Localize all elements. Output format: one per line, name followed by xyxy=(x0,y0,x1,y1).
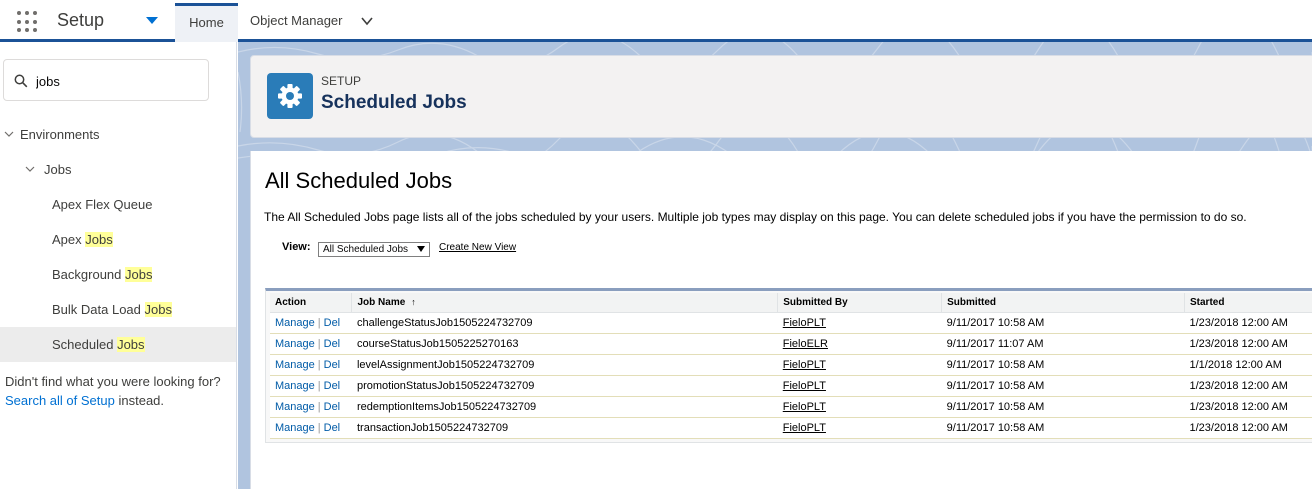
submitted-by-link[interactable]: FieloPLT xyxy=(783,401,826,413)
dropdown-arrow-icon xyxy=(417,246,425,252)
job-name-cell: redemptionItemsJob1505224732709 xyxy=(351,396,778,418)
started-cell: 1/23/2018 12:00 AM xyxy=(1184,375,1312,397)
delete-link[interactable]: Del xyxy=(324,359,341,371)
delete-link[interactable]: Del xyxy=(324,380,341,392)
table-row: Manage | Del courseStatusJob1505225270163 … xyxy=(270,333,1312,355)
chevron-down-icon[interactable] xyxy=(4,129,14,139)
tree-item-label: Apex Flex Queue xyxy=(52,197,153,212)
started-cell: 1/23/2018 12:00 AM xyxy=(1184,417,1312,439)
chevron-down-icon[interactable] xyxy=(360,14,374,28)
search-all-setup-link[interactable]: Search all of Setup xyxy=(5,393,115,408)
page-header-eyebrow: SETUP xyxy=(321,74,362,88)
submitted-cell: 9/11/2017 10:58 AM xyxy=(941,312,1185,334)
submitted-cell: 9/11/2017 10:58 AM xyxy=(941,354,1185,376)
delete-link[interactable]: Del xyxy=(324,401,341,413)
tab-home[interactable]: Home xyxy=(175,3,238,42)
tree-item-apex-jobs[interactable]: Apex Jobs xyxy=(0,222,236,257)
tree-item-environments[interactable]: Environments xyxy=(0,117,236,152)
search-icon xyxy=(14,74,28,88)
app-launcher-icon[interactable] xyxy=(17,11,39,33)
submitted-cell: 9/11/2017 10:58 AM xyxy=(941,417,1185,439)
content-panel: All Scheduled Jobs The All Scheduled Job… xyxy=(250,151,1312,489)
job-name-cell: levelAssignmentJob1505224732709 xyxy=(351,354,778,376)
manage-link[interactable]: Manage xyxy=(275,422,315,434)
submitted-by-link[interactable]: FieloPLT xyxy=(783,317,826,329)
job-name-cell: promotionStatusJob1505224732709 xyxy=(351,375,778,397)
app-menu-caret-icon[interactable] xyxy=(146,17,158,24)
job-name-cell: courseStatusJob1505225270163 xyxy=(351,333,778,355)
submitted-cell: 9/11/2017 10:58 AM xyxy=(941,396,1185,418)
table-row: Manage | Del transactionJob1505224732709 F… xyxy=(270,417,1312,439)
manage-link[interactable]: Manage xyxy=(275,401,315,413)
tree-item-label: Jobs xyxy=(44,162,72,177)
delete-link[interactable]: Del xyxy=(324,338,341,350)
view-label: View: xyxy=(282,241,311,253)
quick-find-input[interactable] xyxy=(36,71,196,91)
tab-object-manager[interactable]: Object Manager xyxy=(250,13,343,28)
search-highlight: Jobs xyxy=(144,302,172,317)
tree-item-apex-flex-queue[interactable]: Apex Flex Queue xyxy=(0,187,236,222)
table-row: Manage | Del levelAssignmentJob15052247327… xyxy=(270,354,1312,376)
quick-find-box[interactable] xyxy=(3,59,209,101)
started-cell: 1/1/2018 12:00 AM xyxy=(1184,354,1312,376)
column-header-started[interactable]: Started xyxy=(1184,293,1312,313)
main-content: SETUP Scheduled Jobs All Scheduled Jobs … xyxy=(238,42,1312,489)
delete-link[interactable]: Del xyxy=(324,317,341,329)
app-name: Setup xyxy=(57,10,105,30)
page-title: Scheduled Jobs xyxy=(321,92,467,113)
chevron-down-icon[interactable] xyxy=(25,164,35,174)
setup-gear-icon xyxy=(267,73,313,119)
manage-link[interactable]: Manage xyxy=(275,317,315,329)
column-header-action: Action xyxy=(270,293,353,313)
create-new-view-link[interactable]: Create New View xyxy=(439,242,516,253)
global-header: Setup Home Object Manager xyxy=(0,0,1312,42)
table-row: Manage | Del redemptionItemsJob15052247327… xyxy=(270,396,1312,418)
tree-item-label: Bulk Data Load xyxy=(52,302,145,317)
submitted-by-link[interactable]: FieloPLT xyxy=(783,422,826,434)
submitted-by-link[interactable]: FieloELR xyxy=(783,338,828,350)
search-highlight: Jobs xyxy=(125,267,153,282)
table-header-row: Action Job Name ↑ Submitted By Submitted … xyxy=(270,293,1312,313)
scheduled-jobs-table: Action Job Name ↑ Submitted By Submitted … xyxy=(265,288,1312,443)
table-row: Manage | Del promotionStatusJob15052247327… xyxy=(270,375,1312,397)
view-select-value: All Scheduled Jobs xyxy=(323,244,409,255)
submitted-cell: 9/11/2017 10:58 AM xyxy=(941,375,1185,397)
manage-link[interactable]: Manage xyxy=(275,338,315,350)
manage-link[interactable]: Manage xyxy=(275,359,315,371)
search-highlight: Jobs xyxy=(85,232,113,247)
column-header-submitted[interactable]: Submitted xyxy=(941,293,1185,313)
table-row: Manage | Del challengeStatusJob15052247327… xyxy=(270,312,1312,334)
submitted-by-link[interactable]: FieloPLT xyxy=(783,359,826,371)
tree-item-label: Scheduled xyxy=(52,337,118,352)
setup-sidebar: Environments Jobs Apex Flex Queue Apex J… xyxy=(0,42,237,489)
job-name-cell: transactionJob1505224732709 xyxy=(351,417,778,439)
manage-link[interactable]: Manage xyxy=(275,380,315,392)
view-select[interactable]: All Scheduled Jobs xyxy=(318,242,430,257)
tree-item-scheduled-jobs[interactable]: Scheduled Jobs xyxy=(0,327,236,362)
content-description: The All Scheduled Jobs page lists all of… xyxy=(264,210,1247,224)
submitted-by-link[interactable]: FieloPLT xyxy=(783,380,826,392)
submitted-cell: 9/11/2017 11:07 AM xyxy=(941,333,1185,355)
not-found-message: Didn't find what you were looking for? S… xyxy=(5,374,221,408)
job-name-cell: challengeStatusJob1505224732709 xyxy=(351,312,778,334)
started-cell: 1/23/2018 12:00 AM xyxy=(1184,396,1312,418)
sort-ascending-icon: ↑ xyxy=(411,296,416,307)
tree-item-background-jobs[interactable]: Background Jobs xyxy=(0,257,236,292)
page-header: SETUP Scheduled Jobs xyxy=(250,55,1312,138)
tree-item-jobs[interactable]: Jobs xyxy=(0,152,236,187)
started-cell: 1/23/2018 12:00 AM xyxy=(1184,312,1312,334)
started-cell: 1/23/2018 12:00 AM xyxy=(1184,333,1312,355)
tree-item-label: Environments xyxy=(20,127,100,142)
column-header-job-name[interactable]: Job Name ↑ xyxy=(351,293,779,313)
search-highlight: Jobs xyxy=(117,337,145,352)
content-title: All Scheduled Jobs xyxy=(265,168,453,193)
column-header-submitted-by[interactable]: Submitted By xyxy=(777,293,943,313)
tree-item-label: Background xyxy=(52,267,125,282)
tree-item-bulk-data-load-jobs[interactable]: Bulk Data Load Jobs xyxy=(0,292,236,327)
delete-link[interactable]: Del xyxy=(324,422,341,434)
tree-item-label: Apex xyxy=(52,232,86,247)
